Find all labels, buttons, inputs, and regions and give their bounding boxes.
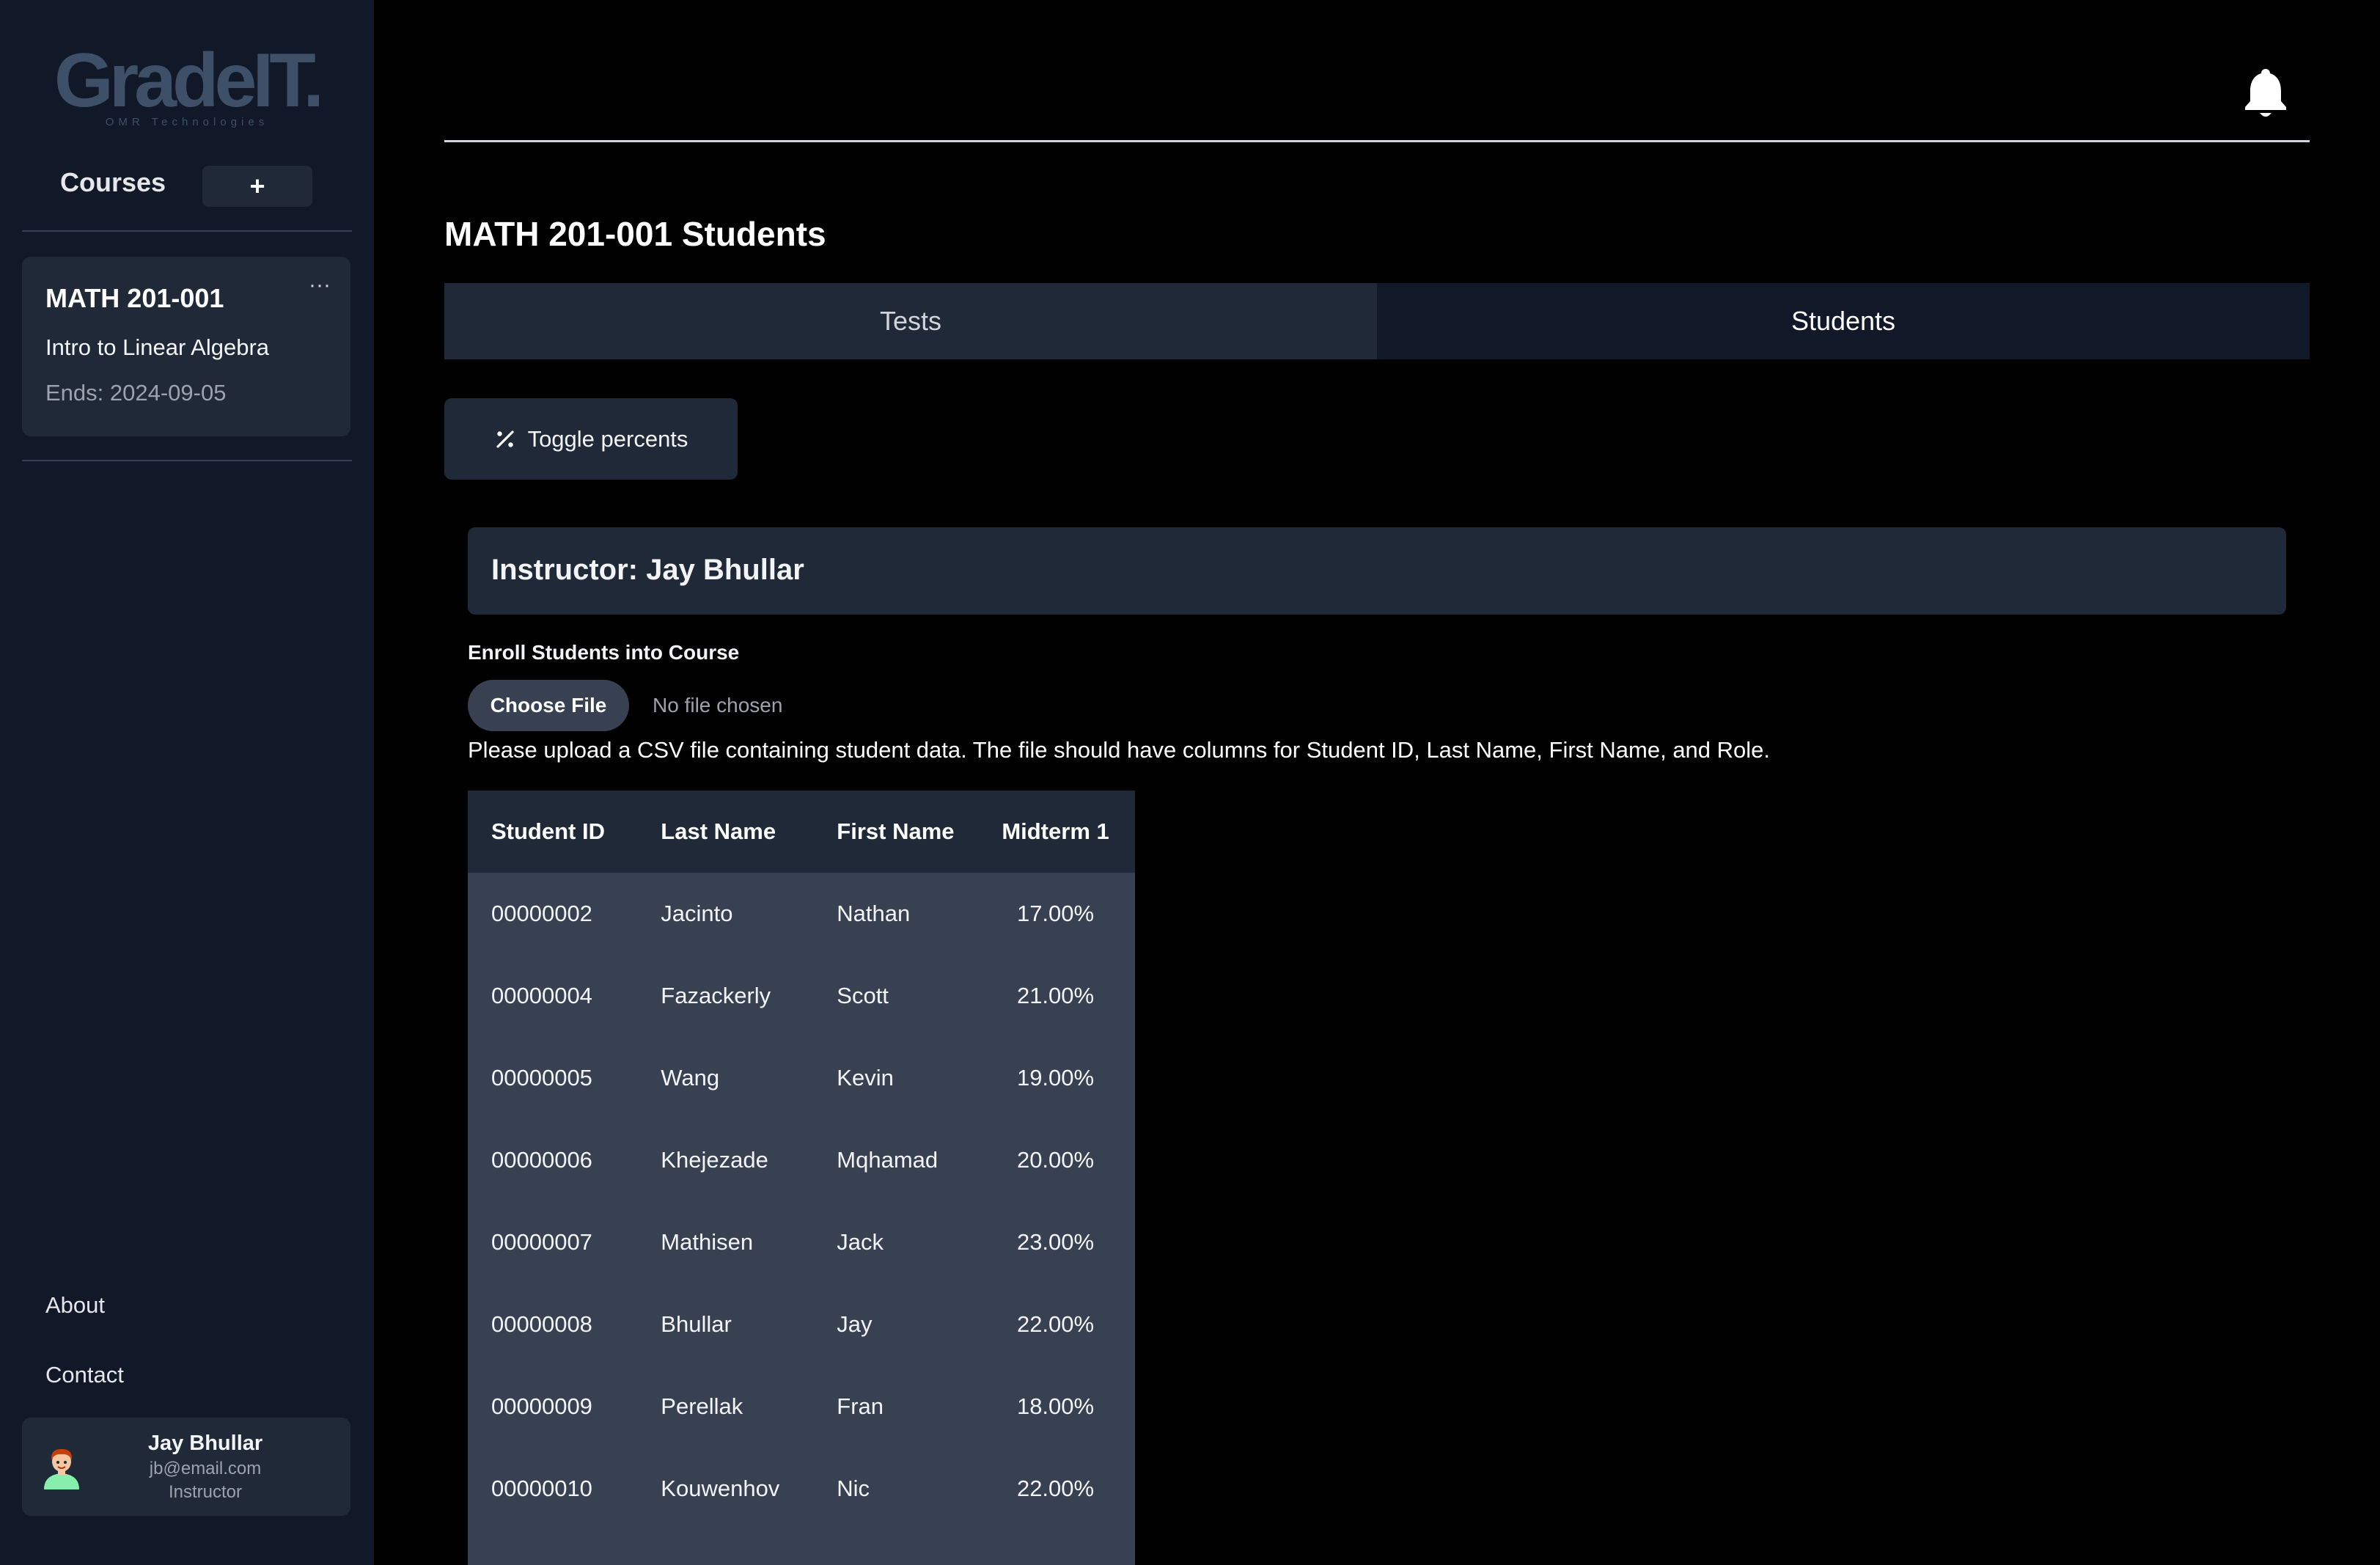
toggle-percents-button[interactable]: Toggle percents xyxy=(444,398,738,480)
add-course-button[interactable]: + xyxy=(202,166,312,207)
course-end-date: Ends: 2024-09-05 xyxy=(45,380,227,406)
table-body: 00000002 Jacinto Nathan 17.00% 00000004 Fazac… xyxy=(468,873,1135,1530)
percent-icon xyxy=(496,430,514,448)
course-card[interactable]: MATH 201-001 ··· Intro to Linear Algebra… xyxy=(22,257,350,436)
cell-midterm-1: 22.00% xyxy=(1016,1476,1095,1501)
courses-heading: Courses xyxy=(60,167,166,197)
cell-first-name: Kevin xyxy=(837,1065,894,1091)
table-row[interactable]: 00000010 Kouwenhov Nic 22.00% xyxy=(468,1448,1135,1530)
toggle-percents-label: Toggle percents xyxy=(527,425,688,452)
instructor-name: Instructor: Jay Bhullar xyxy=(491,554,804,586)
cell-first-name: Fran xyxy=(837,1393,884,1419)
cell-first-name: Scott xyxy=(837,983,889,1008)
cell-midterm-1: 23.00% xyxy=(1016,1229,1095,1255)
about-link[interactable]: About xyxy=(45,1292,105,1319)
column-header-student-id[interactable]: Student ID xyxy=(468,791,637,873)
choose-file-button[interactable]: Choose File xyxy=(468,680,629,731)
upload-instructions: Please upload a CSV file containing stud… xyxy=(468,737,1771,763)
user-email: jb@email.com xyxy=(149,1459,262,1478)
course-name: Intro to Linear Algebra xyxy=(45,334,270,360)
cell-midterm-1: 17.00% xyxy=(1016,901,1095,926)
cell-student-id: 00000002 xyxy=(491,901,592,926)
page-title: MATH 201-001 Students xyxy=(444,215,826,253)
cell-first-name: Mqhamad xyxy=(837,1147,939,1173)
cell-first-name: Jack xyxy=(837,1229,884,1255)
tab-bar: Tests Students xyxy=(444,283,2310,359)
file-status: No file chosen xyxy=(653,694,783,716)
user-name: Jay Bhullar xyxy=(147,1432,263,1455)
cell-first-name: Jay xyxy=(837,1311,873,1337)
instructor-banner: Instructor: Jay Bhullar xyxy=(468,527,2286,615)
table-row[interactable]: 00000005 Wang Kevin 19.00% xyxy=(468,1037,1135,1119)
user-role: Instructor xyxy=(168,1482,243,1502)
cell-last-name: Fazackerly xyxy=(661,983,771,1008)
avatar xyxy=(44,1448,79,1489)
table-row[interactable]: 00000004 Fazackerly Scott 21.00% xyxy=(468,955,1135,1037)
cell-student-id: 00000006 xyxy=(491,1147,592,1173)
column-header-last-name[interactable]: Last Name xyxy=(637,791,813,873)
sidebar: GradeIT. OMR Technologies Courses + MATH… xyxy=(0,0,374,1565)
cell-last-name: Wang xyxy=(661,1065,720,1091)
user-info: Jay Bhullar jb@email.com Instructor xyxy=(95,1429,315,1504)
app: GradeIT. OMR Technologies Courses + MATH… xyxy=(0,0,2380,1565)
table-row[interactable]: 00000006 Khejezade Mqhamad 20.00% xyxy=(468,1119,1135,1201)
course-menu-icon[interactable]: ··· xyxy=(305,274,334,299)
cell-last-name: Jacinto xyxy=(661,901,733,926)
cell-midterm-1: 22.00% xyxy=(1016,1311,1095,1337)
table-row[interactable]: 00000009 Perellak Fran 18.00% xyxy=(468,1366,1135,1448)
contact-link[interactable]: Contact xyxy=(45,1362,124,1388)
cell-last-name: Bhullar xyxy=(661,1311,732,1337)
course-code: MATH 201-001 xyxy=(45,283,224,313)
sidebar-divider xyxy=(22,460,352,461)
column-header-first-name[interactable]: First Name xyxy=(813,791,988,873)
cell-student-id: 00000009 xyxy=(491,1393,592,1419)
cell-last-name: Perellak xyxy=(661,1393,743,1419)
header-divider xyxy=(444,140,2310,142)
cell-first-name: Nathan xyxy=(837,901,911,926)
logo-subtitle: OMR Technologies xyxy=(105,116,269,128)
cell-first-name: Nic xyxy=(837,1476,870,1501)
column-header-midterm-1[interactable]: Midterm 1 xyxy=(988,791,1135,873)
user-card[interactable]: Jay Bhullar jb@email.com Instructor xyxy=(22,1418,350,1516)
bell-icon[interactable] xyxy=(2242,66,2289,119)
logo-text: GradeIT. xyxy=(54,38,324,123)
cell-midterm-1: 18.00% xyxy=(1016,1393,1095,1419)
cell-student-id: 00000005 xyxy=(491,1065,592,1091)
students-table: Student ID Last Name First Name Midterm … xyxy=(468,791,1135,1565)
table-row[interactable]: 00000008 Bhullar Jay 22.00% xyxy=(468,1283,1135,1366)
cell-student-id: 00000007 xyxy=(491,1229,592,1255)
cell-last-name: Khejezade xyxy=(661,1147,768,1173)
cell-midterm-1: 20.00% xyxy=(1016,1147,1095,1173)
cell-student-id: 00000008 xyxy=(491,1311,592,1337)
cell-student-id: 00000010 xyxy=(491,1476,592,1501)
table-header-row: Student ID Last Name First Name Midterm … xyxy=(468,791,1135,873)
cell-midterm-1: 21.00% xyxy=(1016,983,1095,1008)
tab-tests[interactable]: Tests xyxy=(444,283,1377,359)
students-grid: Student ID Last Name First Name Midterm … xyxy=(468,791,1135,1530)
sidebar-divider xyxy=(22,230,352,232)
cell-student-id: 00000004 xyxy=(491,983,592,1008)
cell-last-name: Mathisen xyxy=(661,1229,754,1255)
table-row[interactable]: 00000002 Jacinto Nathan 17.00% xyxy=(468,873,1135,955)
tab-students[interactable]: Students xyxy=(1377,283,2310,359)
table-row[interactable]: 00000007 Mathisen Jack 23.00% xyxy=(468,1201,1135,1283)
cell-midterm-1: 19.00% xyxy=(1016,1065,1095,1091)
logo[interactable]: GradeIT. OMR Technologies xyxy=(51,37,324,132)
cell-last-name: Kouwenhov xyxy=(661,1476,780,1501)
enroll-label: Enroll Students into Course xyxy=(468,641,740,664)
